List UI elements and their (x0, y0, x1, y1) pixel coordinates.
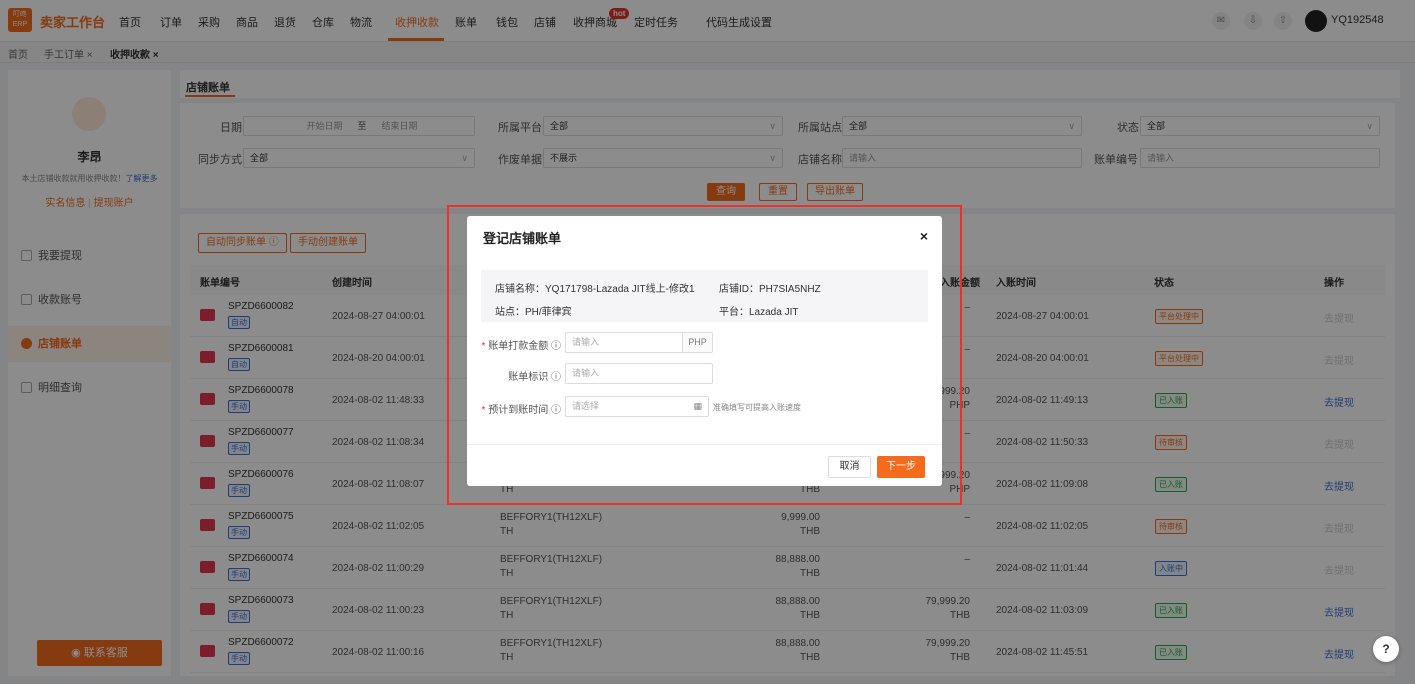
eta-label: * 预计到账时间 ⓘ (481, 405, 561, 416)
store-info-box: 店铺名称：YQ171798-Lazada JIT线上-修改1 店铺ID：PH7S… (481, 270, 928, 322)
info-store-name: 店铺名称：YQ171798-Lazada JIT线上-修改1 (495, 284, 695, 295)
register-bill-modal: 登记店铺账单 × 店铺名称：YQ171798-Lazada JIT线上-修改1 … (467, 216, 942, 486)
info-site: 站点：PH/菲律宾 (495, 307, 572, 318)
modal-title: 登记店铺账单 (483, 231, 562, 246)
mark-label: 账单标识 ⓘ (508, 372, 561, 383)
mark-input[interactable]: 请输入 (565, 363, 713, 384)
next-button[interactable]: 下一步 (877, 456, 925, 478)
info-store-id: 店铺ID：PH7SIA5NHZ (719, 284, 821, 295)
eta-hint: 准确填写可提高入账速度 (713, 403, 801, 412)
mark-label-text: 账单标识 (508, 372, 549, 383)
eta-label-text: 预计到账时间 (488, 405, 549, 416)
info-platform: 平台：Lazada JIT (719, 307, 799, 318)
eta-placeholder: 请选择 (572, 401, 600, 411)
cancel-button[interactable]: 取消 (828, 456, 871, 478)
currency-unit: PHP (682, 333, 712, 352)
amount-label: * 账单打款金额 ⓘ (481, 341, 561, 352)
amount-label-text: 账单打款金额 (488, 341, 549, 352)
modal-divider (467, 444, 942, 445)
amount-input[interactable]: 请输入 PHP (565, 332, 713, 353)
amount-placeholder: 请输入 (572, 337, 600, 347)
eta-datepicker[interactable]: 请选择 ▦ (565, 396, 709, 417)
close-icon[interactable]: × (920, 228, 928, 244)
calendar-icon: ▦ (693, 401, 702, 411)
help-button[interactable]: ? (1373, 636, 1399, 662)
